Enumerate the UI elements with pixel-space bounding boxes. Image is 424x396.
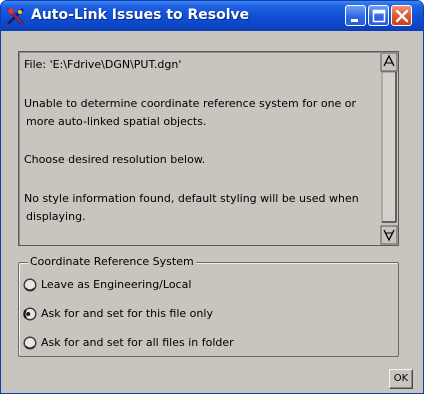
radio-button-icon[interactable] bbox=[23, 336, 37, 350]
vertical-scrollbar[interactable] bbox=[380, 52, 398, 245]
scroll-up-arrow[interactable] bbox=[380, 52, 398, 72]
radio-label: Ask for and set for this file only bbox=[41, 307, 213, 320]
minimize-icon bbox=[351, 19, 358, 22]
app-logo-icon bbox=[7, 8, 24, 25]
scroll-down-arrow[interactable] bbox=[380, 225, 398, 245]
maximize-icon bbox=[372, 9, 386, 23]
close-icon bbox=[395, 9, 409, 23]
message-line-more: more auto-linked spatial objects. bbox=[26, 115, 207, 128]
radio-button-selected-icon[interactable] bbox=[23, 307, 37, 321]
dialog-window: Auto-Link Issues to Resolve File: 'E:\Fd… bbox=[0, 0, 424, 394]
radio-label: Ask for and set for all files in folder bbox=[41, 336, 234, 349]
maximize-button[interactable] bbox=[368, 5, 389, 26]
close-button[interactable] bbox=[391, 5, 412, 26]
minimize-button[interactable] bbox=[345, 5, 366, 26]
crs-group-legend: Coordinate Reference System bbox=[28, 255, 196, 268]
message-line-displaying: displaying. bbox=[26, 210, 86, 223]
radio-label: Leave as Engineering/Local bbox=[41, 278, 192, 291]
scroll-thumb[interactable] bbox=[381, 71, 397, 223]
ok-button[interactable]: OK bbox=[389, 369, 413, 389]
radio-button-icon[interactable] bbox=[23, 278, 37, 292]
message-line-nostyle: No style information found, default styl… bbox=[24, 192, 359, 205]
title-bar[interactable]: Auto-Link Issues to Resolve bbox=[1, 1, 423, 31]
message-line-file: File: 'E:\Fdrive\DGN\PUT.dgn' bbox=[24, 58, 182, 71]
window-title: Auto-Link Issues to Resolve bbox=[31, 7, 250, 23]
message-line-unable: Unable to determine coordinate reference… bbox=[24, 97, 357, 110]
message-text-area[interactable]: File: 'E:\Fdrive\DGN\PUT.dgn' Unable to … bbox=[18, 51, 399, 246]
message-line-choose: Choose desired resolution below. bbox=[24, 153, 206, 166]
